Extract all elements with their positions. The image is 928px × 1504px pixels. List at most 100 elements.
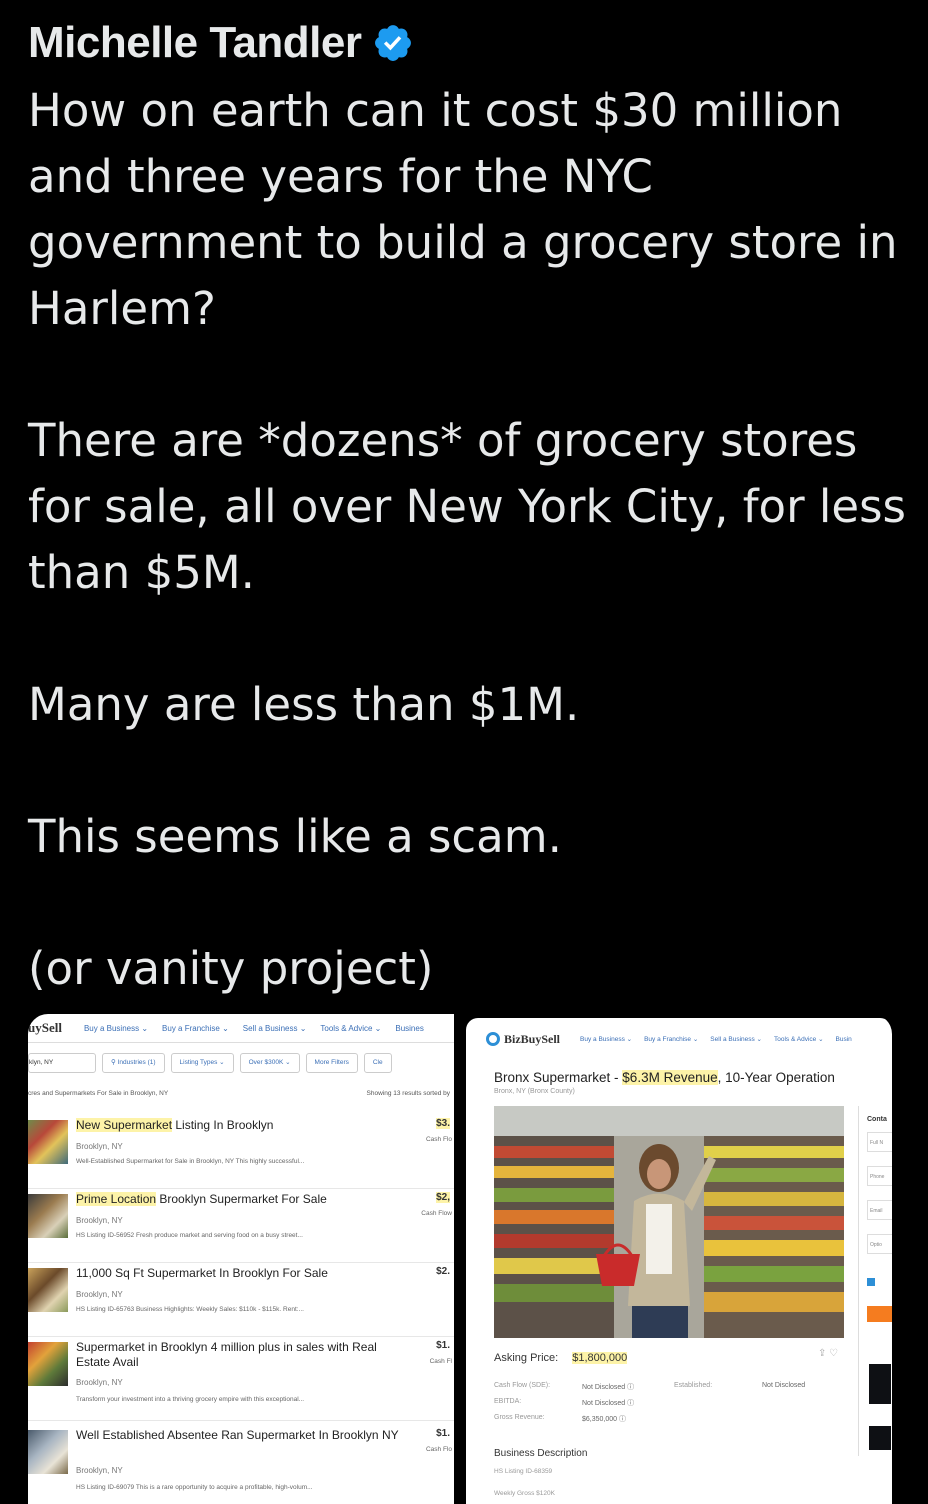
listing-card[interactable]: Supermarket in Brooklyn 4 million plus i…	[28, 1338, 454, 1421]
asking-price-value: $1,800,000	[572, 1352, 628, 1364]
listing-thumbnail	[28, 1194, 68, 1238]
listing-card[interactable]: Well Established Absentee Ran Supermarke…	[28, 1426, 454, 1504]
more-filters-button[interactable]: More Filters	[305, 1053, 358, 1073]
bizbuysell-logo-icon	[486, 1032, 500, 1046]
phone-input[interactable]: Phone	[867, 1166, 892, 1186]
nav-business[interactable]: Busin	[836, 1036, 852, 1043]
listing-detail-screenshot[interactable]: BizBuySell Buy a Business ⌄ Buy a Franch…	[466, 1018, 892, 1504]
clear-filters-button[interactable]: Cle	[363, 1053, 392, 1073]
listing-cash-flow: Cash Flow	[421, 1210, 452, 1217]
listing-price: $2,	[436, 1192, 450, 1203]
industries-label: Industries (1)	[117, 1059, 156, 1066]
ad-banner[interactable]	[869, 1364, 891, 1404]
listing-location: Brooklyn, NY	[76, 1290, 123, 1299]
contact-form: Conta Full N Phone Email Optio	[858, 1106, 892, 1456]
verified-badge-icon	[374, 25, 411, 61]
listing-title-highlight: $6.3M Revenue	[622, 1070, 718, 1085]
asking-price: Asking Price: $1,800,000	[494, 1352, 628, 1364]
site-logo-text: BizBuySell	[504, 1031, 561, 1046]
listing-title[interactable]: Prime Location Brooklyn Supermarket For …	[76, 1192, 411, 1207]
description-line: HS Listing ID-68359	[494, 1468, 553, 1475]
listing-title[interactable]: New Supermarket Listing In Brooklyn	[76, 1118, 411, 1133]
price-filter[interactable]: Over $300K ⌄	[239, 1053, 300, 1073]
nav-tools-advice[interactable]: Tools & Advice ⌄	[320, 1024, 381, 1033]
tweet-text: How on earth can it cost $30 million and…	[28, 78, 908, 1002]
description-heading: Business Description	[494, 1448, 588, 1459]
tweet-author[interactable]: Michelle Tandler	[28, 18, 414, 68]
ebitda-value: Not Disclosed ⓘ	[582, 1400, 635, 1407]
heart-icon[interactable]: ♡	[829, 1348, 838, 1359]
listing-title[interactable]: Well Established Absentee Ran Supermarke…	[76, 1428, 411, 1443]
nav-buy-business[interactable]: Buy a Business ⌄	[580, 1035, 632, 1043]
industries-filter[interactable]: ⚲ Industries (1)	[102, 1053, 165, 1073]
cash-flow-label: Cash Flow (SDE):	[494, 1382, 551, 1389]
share-icon[interactable]: ⇪	[818, 1348, 826, 1359]
listing-types-filter[interactable]: Listing Types ⌄	[170, 1053, 234, 1073]
established-label: Established:	[674, 1382, 713, 1389]
listing-card[interactable]: Prime Location Brooklyn Supermarket For …	[28, 1190, 454, 1263]
location-filter[interactable]: klyn, NY	[28, 1053, 96, 1073]
nav-tools-advice[interactable]: Tools & Advice ⌄	[774, 1035, 824, 1043]
site-logo: uySell	[28, 1020, 62, 1035]
listing-card[interactable]: 11,000 Sq Ft Supermarket In Brooklyn For…	[28, 1264, 454, 1337]
contact-heading: Conta	[867, 1116, 887, 1123]
nav-buy-franchise[interactable]: Buy a Franchise ⌄	[162, 1024, 229, 1033]
listing-cash-flow: Cash Flo	[425, 1136, 452, 1143]
author-name[interactable]: Michelle Tandler	[28, 18, 362, 68]
listing-title: Bronx Supermarket - $6.3M Revenue, 10-Ye…	[494, 1070, 835, 1085]
listings-nav: uySell Buy a Business ⌄ Buy a Franchise …	[28, 1014, 454, 1043]
listing-location: Bronx, NY (Bronx County)	[494, 1088, 575, 1095]
site-logo: BizBuySell	[486, 1032, 560, 1047]
listings-screenshot[interactable]: uySell Buy a Business ⌄ Buy a Franchise …	[28, 1014, 454, 1504]
nav-buy-franchise[interactable]: Buy a Franchise ⌄	[644, 1035, 698, 1043]
tweet-paragraph: How on earth can it cost $30 million and…	[28, 84, 898, 335]
listing-title-highlight: New Supermarket	[76, 1118, 173, 1132]
results-count: Showing 13 results sorted by	[366, 1090, 450, 1097]
nav-sell-business[interactable]: Sell a Business ⌄	[710, 1035, 762, 1043]
tweet-paragraph: This seems like a scam.	[28, 810, 562, 863]
save-icons[interactable]: ⇪ ♡	[818, 1348, 838, 1359]
listing-thumbnail	[28, 1342, 68, 1386]
gross-revenue-label: Gross Revenue:	[494, 1414, 545, 1421]
tweet-paragraph: There are *dozens* of grocery stores for…	[28, 414, 906, 599]
description-line: Weekly Gross $120K	[494, 1490, 555, 1497]
listing-title-start: Bronx Supermarket -	[494, 1070, 623, 1085]
gross-revenue-value: $6,350,000 ⓘ	[582, 1416, 626, 1423]
supermarket-photo	[494, 1106, 844, 1338]
optional-input[interactable]: Optio	[867, 1234, 892, 1254]
tweet-paragraph: Many are less than $1M.	[28, 678, 580, 731]
listing-description: HS Listing ID-65763 Business Highlights:…	[76, 1306, 304, 1313]
listing-price: $2.	[436, 1266, 450, 1277]
search-icon: ⚲	[111, 1059, 118, 1066]
email-input[interactable]: Email	[867, 1200, 892, 1220]
listing-thumbnail	[28, 1430, 68, 1474]
listing-location: Brooklyn, NY	[76, 1216, 123, 1225]
nav-business[interactable]: Busines	[395, 1024, 423, 1033]
tweet-paragraph: (or vanity project)	[28, 942, 434, 995]
listing-price: $3.	[436, 1118, 450, 1129]
nav-sell-business[interactable]: Sell a Business ⌄	[243, 1024, 307, 1033]
listing-title[interactable]: 11,000 Sq Ft Supermarket In Brooklyn For…	[76, 1266, 411, 1281]
listing-title-end: , 10-Year Operation	[717, 1070, 835, 1085]
listing-price: $1.	[436, 1340, 450, 1351]
ebitda-label: EBITDA:	[494, 1398, 522, 1405]
asking-price-label: Asking Price:	[494, 1352, 559, 1364]
listing-description: HS Listing ID-56952 Fresh produce market…	[76, 1232, 303, 1239]
listing-title-rest: 11,000 Sq Ft Supermarket In Brooklyn For…	[76, 1266, 328, 1280]
nav-buy-business[interactable]: Buy a Business ⌄	[84, 1024, 148, 1033]
listing-title-rest: Supermarket in Brooklyn 4 million plus i…	[76, 1340, 377, 1369]
listing-cash-flow: Cash Fl	[429, 1358, 452, 1365]
listing-card[interactable]: New Supermarket Listing In Brooklyn Broo…	[28, 1116, 454, 1189]
full-name-input[interactable]: Full N	[867, 1132, 892, 1152]
listing-description: Transform your investment into a thrivin…	[76, 1396, 305, 1403]
checkbox[interactable]	[867, 1278, 875, 1286]
listing-title[interactable]: Supermarket in Brooklyn 4 million plus i…	[76, 1340, 411, 1370]
listing-title-rest: Well Established Absentee Ran Supermarke…	[76, 1428, 399, 1442]
ad-banner[interactable]	[869, 1426, 891, 1450]
contact-seller-button[interactable]	[867, 1306, 892, 1322]
tweet-media[interactable]: uySell Buy a Business ⌄ Buy a Franchise …	[28, 1014, 892, 1504]
listing-location: Brooklyn, NY	[76, 1378, 123, 1387]
listing-location: Brooklyn, NY	[76, 1142, 123, 1151]
listing-description: HS Listing ID-69079 This is a rare oppor…	[76, 1484, 313, 1491]
listing-title-highlight: Prime Location	[76, 1192, 157, 1206]
